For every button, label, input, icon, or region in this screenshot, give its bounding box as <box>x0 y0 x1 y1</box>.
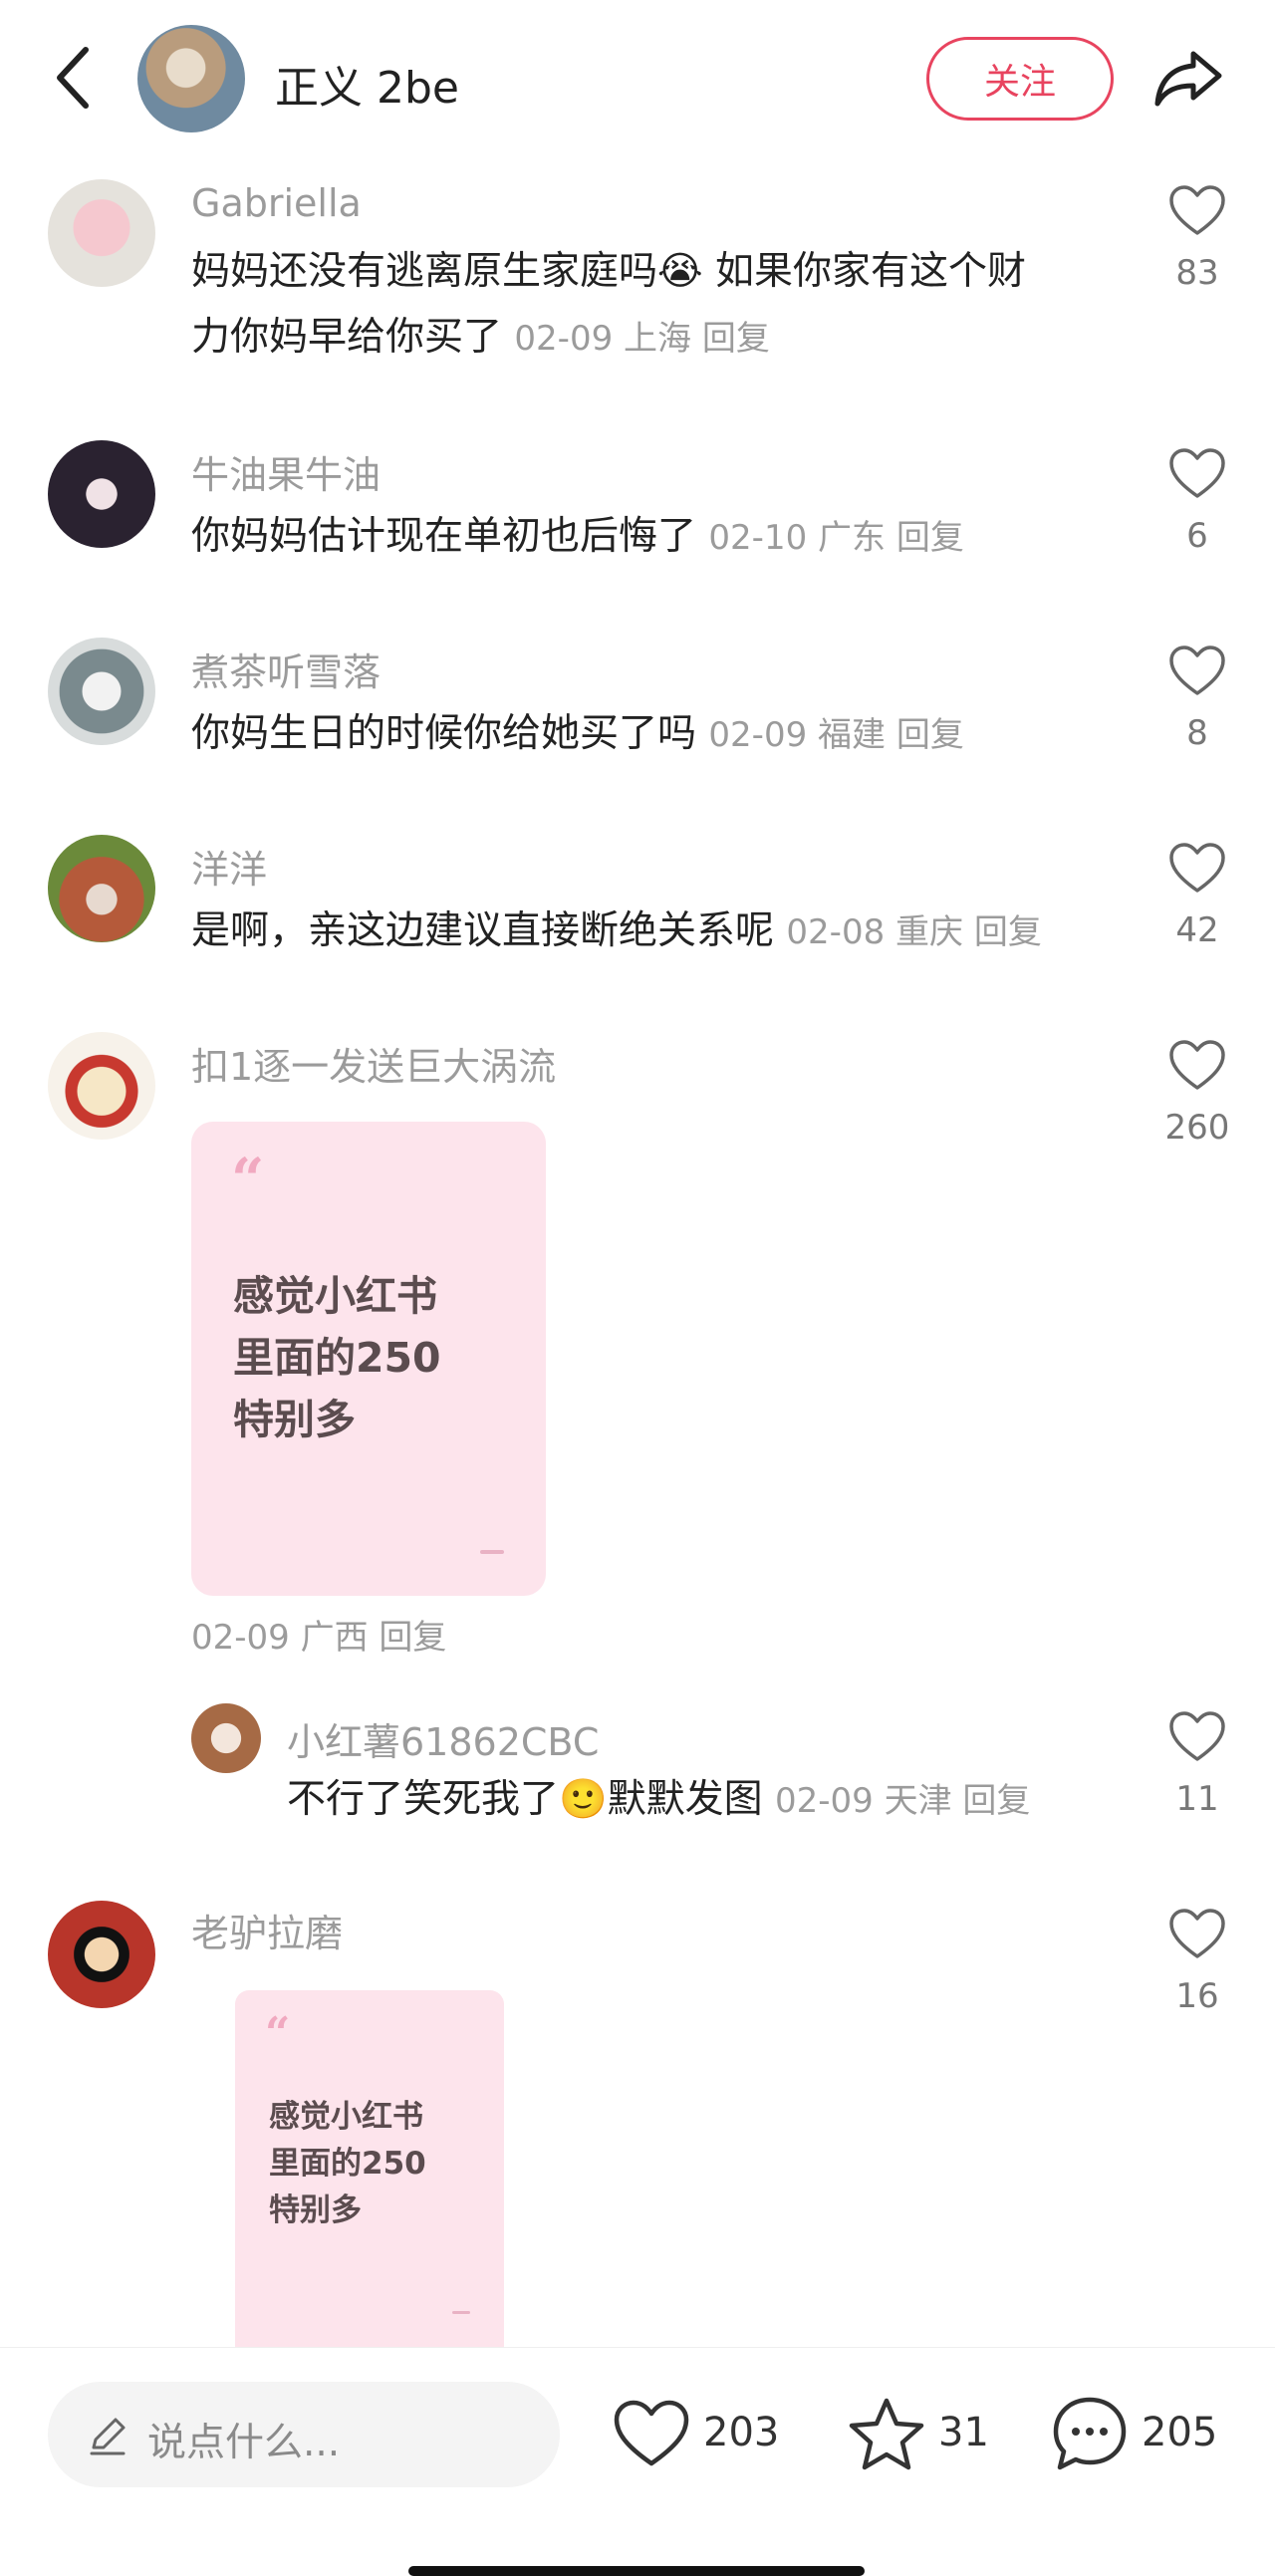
comment-text: 你妈生日的时候你给她买了吗 02-09 福建 回复 <box>191 711 964 756</box>
heart-icon[interactable] <box>1167 1907 1227 1960</box>
like-count: 6 <box>1186 516 1208 556</box>
avatar[interactable] <box>191 1703 261 1773</box>
like-count: 16 <box>1175 1976 1219 2016</box>
header: 正义 2be 关注 <box>0 0 1275 159</box>
like-count: 83 <box>1175 253 1219 293</box>
quote-icon: “ <box>265 2008 291 2059</box>
comment-text: 妈妈还没有逃离原生家庭吗😭 如果你家有这个财 力你妈早给你买了 02-09 上海… <box>191 249 1026 360</box>
like-count: 8 <box>1186 713 1208 753</box>
reply-button[interactable]: 回复 <box>896 715 964 755</box>
heart-icon[interactable] <box>1167 1709 1227 1763</box>
input-placeholder: 说点什么... <box>147 2421 341 2465</box>
comment-username[interactable]: 牛油果牛油 <box>191 444 381 499</box>
avatar[interactable] <box>48 179 155 287</box>
card-dash <box>452 2311 470 2314</box>
comment-location: 天津 <box>884 1781 952 1821</box>
image-card[interactable]: “ 感觉小红书 里面的250 特别多 <box>191 1122 546 1596</box>
home-indicator[interactable] <box>408 2566 865 2576</box>
comment-location: 上海 <box>624 319 692 359</box>
comment-date: 02-10 <box>708 518 808 558</box>
reply-button[interactable]: 回复 <box>896 518 964 558</box>
image-card[interactable]: “ 感觉小红书 里面的250 特别多 <box>235 1990 504 2347</box>
card-text: 感觉小红书 里面的250 特别多 <box>233 1272 441 1443</box>
avatar[interactable] <box>48 835 155 942</box>
like-count: 42 <box>1175 910 1219 950</box>
heart-icon[interactable] <box>1167 644 1227 697</box>
card-dash <box>480 1550 504 1554</box>
heart-icon[interactable] <box>1167 183 1227 237</box>
comment-username[interactable]: 小红薯61862CBC <box>287 1711 599 1766</box>
heart-icon[interactable] <box>1167 446 1227 500</box>
comment-username[interactable]: 洋洋 <box>191 839 267 894</box>
comment-meta: 02-09 广西 回复 <box>191 1604 446 1671</box>
comment-text: 是啊，亲这边建议直接断绝关系呢 02-08 重庆 回复 <box>191 908 1042 953</box>
comment-date: 02-09 <box>514 319 614 359</box>
reply-button[interactable]: 回复 <box>379 1618 446 1658</box>
heart-icon[interactable] <box>1167 1038 1227 1092</box>
reply-button[interactable]: 回复 <box>702 319 770 359</box>
pen-icon <box>90 2418 126 2455</box>
follow-button[interactable]: 关注 <box>926 37 1114 121</box>
comment-location: 重庆 <box>895 912 964 952</box>
comment-location: 广西 <box>300 1618 369 1658</box>
comment-total: 205 <box>1142 2410 1218 2455</box>
author-name[interactable]: 正义 2be <box>275 52 459 116</box>
comment-input[interactable]: 说点什么... <box>48 2382 560 2487</box>
quote-icon: “ <box>231 1146 265 1213</box>
comment-username[interactable]: 老驴拉磨 <box>191 1903 343 1957</box>
comment-username[interactable]: 煮茶听雪落 <box>191 642 381 696</box>
heart-icon[interactable] <box>612 2398 691 2469</box>
comment-username[interactable]: 扣1逐一发送巨大涡流 <box>191 1036 556 1091</box>
avatar[interactable] <box>48 638 155 745</box>
like-count: 260 <box>1164 1108 1230 1148</box>
comment-date: 02-09 <box>191 1618 290 1658</box>
comment-text: 不行了笑死我了🙂默默发图 02-09 天津 回复 <box>287 1777 1031 1822</box>
share-icon[interactable] <box>1153 46 1225 110</box>
comment-text: 你妈妈估计现在单初也后悔了 02-10 广东 回复 <box>191 514 964 559</box>
star-total: 31 <box>938 2410 989 2455</box>
comment-date: 02-09 <box>774 1781 874 1821</box>
back-icon[interactable] <box>48 40 104 116</box>
comment-username[interactable]: Gabriella <box>191 181 362 225</box>
comment-location: 广东 <box>818 518 887 558</box>
star-icon[interactable] <box>847 2396 926 2471</box>
avatar[interactable] <box>48 1032 155 1140</box>
comment-icon[interactable] <box>1050 2394 1130 2473</box>
bottom-bar: 说点什么... 203 31 205 <box>0 2347 1275 2576</box>
avatar[interactable] <box>48 1901 155 2008</box>
author-avatar[interactable] <box>137 25 245 132</box>
like-total: 203 <box>703 2410 780 2455</box>
crying-emoji: 😭 <box>657 249 703 294</box>
comment-location: 福建 <box>818 715 887 755</box>
heart-icon[interactable] <box>1167 841 1227 895</box>
reply-button[interactable]: 回复 <box>974 912 1042 952</box>
reply-button[interactable]: 回复 <box>962 1781 1030 1821</box>
like-count: 11 <box>1175 1779 1219 1819</box>
avatar[interactable] <box>48 440 155 548</box>
smile-emoji: 🙂 <box>559 1777 608 1822</box>
card-text: 感觉小红书 里面的250 特别多 <box>269 2099 426 2228</box>
comment-date: 02-09 <box>708 715 808 755</box>
comment-date: 02-08 <box>786 912 886 952</box>
